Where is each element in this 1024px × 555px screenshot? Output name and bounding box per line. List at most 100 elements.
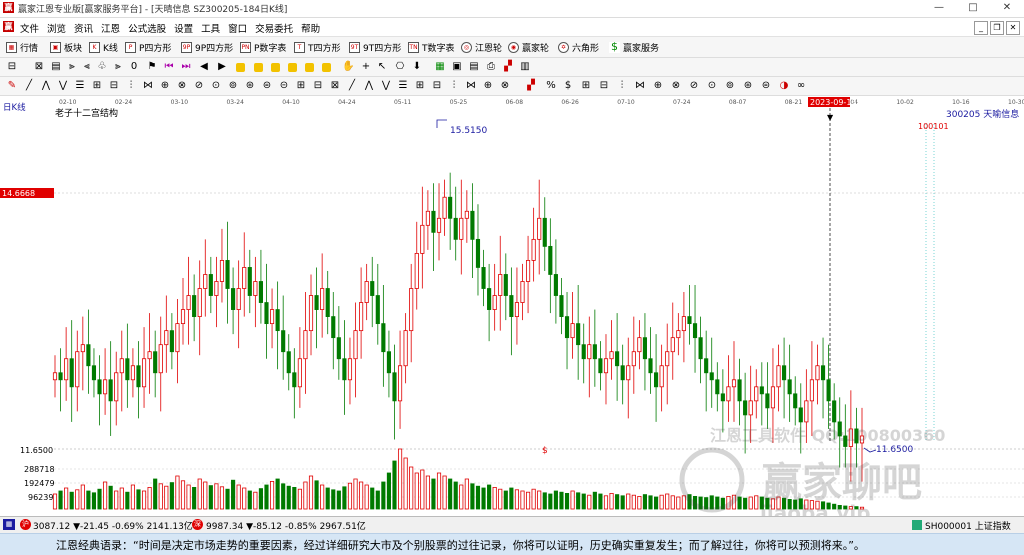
fib-icon[interactable]: ╱ [346, 80, 358, 92]
toolbar-p-square-button[interactable]: P P四方形 [125, 40, 171, 54]
menu-file[interactable]: 文件 [20, 21, 39, 35]
print-icon[interactable]: ⎙ [485, 61, 497, 73]
line-icon[interactable]: ╱ [23, 80, 35, 92]
tool-icon[interactable]: ▥ [519, 61, 531, 73]
fib-icon[interactable]: ⊗ [176, 80, 188, 92]
toolbar-t-square-button[interactable]: T T四方形 [294, 40, 341, 54]
percent-icon[interactable]: % [545, 80, 557, 92]
toolbar-9t-square-button[interactable]: 9T 9T四方形 [349, 40, 401, 54]
toolbar-hexagon-button[interactable]: ✡ 六角形 [558, 40, 599, 54]
drawing-tool-icon[interactable]: ⊠ [33, 61, 45, 73]
tool-icon[interactable]: ⊚ [724, 80, 736, 92]
fib-icon[interactable]: ⊕ [159, 80, 171, 92]
fib-icon[interactable]: ⊗ [499, 80, 511, 92]
calc-icon[interactable]: ▦ [434, 61, 446, 73]
candle-icon[interactable]: ⫸ [66, 61, 78, 73]
toolbar-sector-button[interactable]: ▣ 板块 [50, 40, 82, 54]
mdi-restore-button[interactable]: ❐ [990, 21, 1004, 35]
tool-icon[interactable]: ⫶ [616, 80, 628, 92]
toolbar-service-button[interactable]: $ 赢家服务 [609, 40, 659, 54]
fib-icon[interactable]: ⫶ [448, 80, 460, 92]
fib-icon[interactable]: ⊙ [210, 80, 222, 92]
menu-formula[interactable]: 公式选股 [128, 21, 166, 35]
last-icon[interactable]: ⏭ [180, 61, 192, 73]
prev-icon[interactable]: ◀ [198, 61, 210, 73]
menu-tools[interactable]: 工具 [201, 21, 220, 35]
fib-icon[interactable]: ⫶ [125, 80, 137, 92]
tool-icon[interactable]: ⊗ [670, 80, 682, 92]
fib-icon[interactable]: ⊞ [295, 80, 307, 92]
tool-icon[interactable]: ⊘ [688, 80, 700, 92]
fib-icon[interactable]: ⋀ [363, 80, 375, 92]
fib-icon[interactable]: ⊠ [329, 80, 341, 92]
color-icon[interactable]: ◑ [778, 80, 790, 92]
fib-icon[interactable]: ☰ [397, 80, 409, 92]
diamond-icon[interactable] [322, 63, 331, 72]
toolbar-9p-square-button[interactable]: 9P 9P四方形 [181, 40, 233, 54]
menu-info[interactable]: 资讯 [74, 21, 93, 35]
fib-icon[interactable]: ⋁ [380, 80, 392, 92]
chart-tool-icon[interactable]: ▞ [525, 80, 537, 92]
toolbar-quote-button[interactable]: ▦ 行情 [6, 40, 38, 54]
tool-icon[interactable]: ⊛ [742, 80, 754, 92]
menu-gann[interactable]: 江恩 [101, 21, 120, 35]
tool-icon[interactable]: $ [562, 80, 574, 92]
menu-settings[interactable]: 设置 [174, 21, 193, 35]
menu-help[interactable]: 帮助 [301, 21, 320, 35]
line-icon[interactable]: ⋀ [40, 80, 52, 92]
save-icon[interactable]: ▣ [451, 61, 463, 73]
flag-icon[interactable]: ⚑ [146, 61, 158, 73]
mdi-minimize-button[interactable]: _ [974, 21, 988, 35]
toolbar-t-table-button[interactable]: TN T数字表 [408, 40, 455, 54]
kline-chart[interactable]: 02-10 02-24 03-10 03-24 04-10 04-24 05-11 05-25… [0, 96, 1024, 516]
menu-window[interactable]: 窗口 [228, 21, 247, 35]
candle-icon[interactable]: ⫷ [81, 61, 93, 73]
diamond-icon[interactable] [271, 63, 280, 72]
menu-browse[interactable]: 浏览 [47, 21, 66, 35]
chart-tool-icon[interactable]: ▞ [502, 61, 514, 73]
fib-icon[interactable]: ⊚ [227, 80, 239, 92]
diamond-icon[interactable] [288, 63, 297, 72]
tool-icon[interactable]: ⬇ [411, 61, 423, 73]
tool-icon[interactable]: ⊜ [760, 80, 772, 92]
period-icon[interactable]: ⊟ [6, 61, 18, 73]
menu-trade[interactable]: 交易委托 [255, 21, 293, 35]
line-icon[interactable]: ⋁ [57, 80, 69, 92]
fib-icon[interactable]: ⊞ [414, 80, 426, 92]
tool-icon[interactable]: ⊞ [580, 80, 592, 92]
crosshair-icon[interactable]: + [360, 61, 372, 73]
tool-icon[interactable]: ⊙ [706, 80, 718, 92]
sh-index-text[interactable]: 3087.12 ▼-21.45 -0.69% 2141.13亿 [33, 519, 193, 532]
fib-icon[interactable]: ⊕ [482, 80, 494, 92]
infinity-icon[interactable]: ∞ [795, 80, 807, 92]
toolbar-p-table-button[interactable]: PN P数字表 [240, 40, 286, 54]
fib-icon[interactable]: ⊞ [91, 80, 103, 92]
cursor-icon[interactable]: ↖ [376, 61, 388, 73]
fib-icon[interactable]: ⊛ [244, 80, 256, 92]
toolbar-winner-wheel-button[interactable]: ◉ 赢家轮 [508, 40, 549, 54]
next-icon[interactable]: ▶ [216, 61, 228, 73]
diamond-icon[interactable] [305, 63, 314, 72]
fib-icon[interactable]: ⊟ [108, 80, 120, 92]
fib-icon[interactable]: ⋈ [465, 80, 477, 92]
hand-icon[interactable]: ✋ [342, 61, 354, 73]
diamond-icon[interactable] [236, 63, 245, 72]
mdi-close-button[interactable]: ✕ [1006, 21, 1020, 35]
tool-icon[interactable]: ⋈ [634, 80, 646, 92]
fib-icon[interactable]: ⊟ [312, 80, 324, 92]
fib-icon[interactable]: ⊜ [261, 80, 273, 92]
tool-icon[interactable]: ⊟ [598, 80, 610, 92]
zero-icon[interactable]: 0 [128, 61, 140, 73]
drawing-tool-icon[interactable]: ▤ [50, 61, 62, 73]
candle-icon[interactable]: ⫸ [112, 61, 124, 73]
minimize-button[interactable]: — [922, 0, 956, 17]
tool-icon[interactable]: ⎔ [394, 61, 406, 73]
grid-icon[interactable]: ▤ [468, 61, 480, 73]
close-button[interactable]: ✕ [990, 0, 1024, 17]
first-icon[interactable]: ⏮ [163, 61, 175, 73]
fib-icon[interactable]: ⋈ [142, 80, 154, 92]
toolbar-kline-button[interactable]: K K线 [89, 40, 118, 54]
sz-index-text[interactable]: 9987.34 ▼-85.12 -0.85% 2967.51亿 [206, 519, 366, 532]
fib-icon[interactable]: ⊘ [193, 80, 205, 92]
pen-icon[interactable]: ✎ [6, 80, 18, 92]
